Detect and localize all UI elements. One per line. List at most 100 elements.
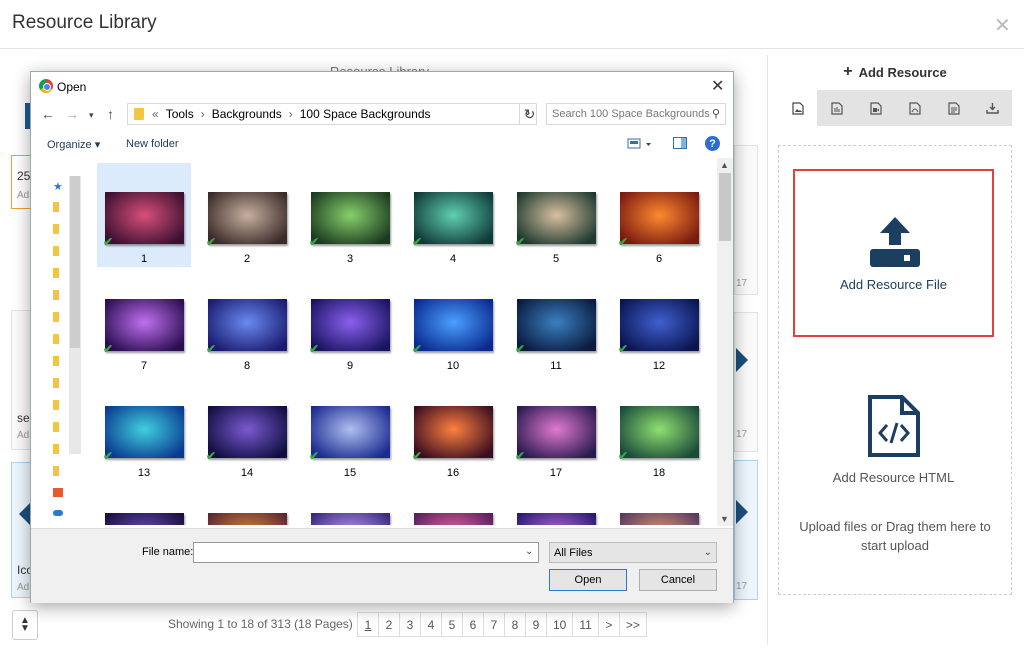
- scroll-down-icon[interactable]: ▼: [720, 514, 729, 524]
- resource-card-date: 17: [736, 429, 748, 440]
- organize-menu[interactable]: Organize ▾: [47, 138, 100, 151]
- audio-type-icon[interactable]: [817, 90, 856, 126]
- scroll-up-icon[interactable]: ▲: [720, 160, 729, 170]
- folder-icon[interactable]: [53, 356, 59, 366]
- back-arrow-icon[interactable]: ←: [41, 106, 55, 122]
- preview-pane-icon[interactable]: [673, 137, 687, 149]
- resource-card[interactable]: [734, 145, 758, 295]
- cancel-button[interactable]: Cancel: [639, 569, 717, 591]
- quick-access-star-icon[interactable]: ★: [53, 180, 63, 193]
- file-thumbnail[interactable]: ✔ 8: [200, 270, 294, 374]
- file-thumbnail[interactable]: ✔ 17: [509, 377, 603, 481]
- file-thumbnail[interactable]: ✔ 6: [612, 163, 706, 267]
- page-button[interactable]: 2: [378, 612, 400, 637]
- file-thumbnail[interactable]: [612, 484, 706, 525]
- breadcrumb-overflow-icon[interactable]: «: [152, 107, 159, 121]
- file-thumbnail[interactable]: [97, 484, 191, 525]
- page-button[interactable]: 6: [462, 612, 484, 637]
- page-button[interactable]: 11: [572, 612, 599, 637]
- breadcrumb-separator-icon: ›: [200, 107, 205, 121]
- folder-icon[interactable]: [53, 444, 59, 454]
- breadcrumb-item[interactable]: Tools: [166, 107, 194, 121]
- forward-arrow-icon[interactable]: →: [65, 106, 79, 122]
- file-thumbnail[interactable]: ✔ 7: [97, 270, 191, 374]
- folder-icon[interactable]: [53, 202, 59, 212]
- resource-card-subtitle: Ad: [17, 430, 30, 441]
- download-type-icon[interactable]: [973, 90, 1012, 126]
- folder-icon[interactable]: [53, 378, 59, 388]
- close-icon[interactable]: ✕: [994, 13, 1011, 38]
- page-button[interactable]: 5: [441, 612, 463, 637]
- breadcrumb-item[interactable]: 100 Space Backgrounds: [300, 107, 431, 121]
- file-thumbnail[interactable]: ✔ 13: [97, 377, 191, 481]
- chevron-right-icon[interactable]: [736, 348, 748, 372]
- file-thumbnail[interactable]: ✔ 15: [303, 377, 397, 481]
- file-thumbnail[interactable]: ✔ 11: [509, 270, 603, 374]
- page-button[interactable]: 9: [525, 612, 547, 637]
- file-type-select[interactable]: All Files ⌄: [549, 542, 717, 563]
- file-thumbnail[interactable]: ✔ 16: [406, 377, 500, 481]
- folder-icon[interactable]: [53, 290, 59, 300]
- refresh-icon[interactable]: ↻: [519, 103, 539, 125]
- view-options-icon[interactable]: [627, 137, 653, 151]
- page-button[interactable]: 4: [420, 612, 442, 637]
- file-thumbnail[interactable]: ✔ 3: [303, 163, 397, 267]
- sort-toggle-button[interactable]: ▲ ▼: [12, 610, 38, 640]
- next-page-button[interactable]: >: [597, 612, 620, 637]
- open-button[interactable]: Open: [549, 569, 627, 591]
- help-icon[interactable]: ?: [705, 136, 720, 151]
- folder-icon[interactable]: [53, 312, 59, 322]
- address-bar[interactable]: « Tools › Backgrounds › 100 Space Backgr…: [127, 103, 537, 125]
- resource-card[interactable]: [734, 460, 758, 600]
- file-thumbnail[interactable]: [509, 484, 603, 525]
- scroll-thumb[interactable]: [70, 176, 80, 348]
- folder-icon[interactable]: [53, 246, 59, 256]
- new-folder-button[interactable]: New folder: [126, 138, 179, 150]
- chevron-right-icon[interactable]: [736, 500, 748, 524]
- file-thumbnail[interactable]: [200, 484, 294, 525]
- onedrive-icon[interactable]: [53, 510, 63, 516]
- folder-icon[interactable]: [53, 268, 59, 278]
- add-resource-file-button[interactable]: Add Resource File: [793, 169, 994, 337]
- file-grid-scrollbar[interactable]: ▲ ▼: [717, 158, 733, 526]
- last-page-button[interactable]: >>: [618, 612, 647, 637]
- document-type-icon[interactable]: [934, 90, 973, 126]
- page-button[interactable]: 1: [357, 612, 379, 637]
- resource-card-title: se: [17, 411, 30, 425]
- file-thumbnail[interactable]: ✔ 4: [406, 163, 500, 267]
- video-type-icon[interactable]: [856, 90, 895, 126]
- folder-icon[interactable]: [53, 224, 59, 234]
- file-thumbnail[interactable]: [406, 484, 500, 525]
- page-button[interactable]: 10: [546, 612, 574, 637]
- close-icon[interactable]: ✕: [711, 76, 724, 96]
- file-thumbnail[interactable]: ✔ 1: [97, 163, 191, 267]
- file-name-input[interactable]: [193, 542, 539, 563]
- file-thumbnail[interactable]: [303, 484, 397, 525]
- folder-icon[interactable]: [53, 466, 59, 476]
- navigation-scrollbar[interactable]: [69, 176, 81, 454]
- office-folder-icon[interactable]: [53, 488, 63, 497]
- breadcrumb-item[interactable]: Backgrounds: [212, 107, 282, 121]
- folder-icon[interactable]: [53, 422, 59, 432]
- pdf-type-icon[interactable]: [895, 90, 934, 126]
- file-thumbnail[interactable]: ✔ 5: [509, 163, 603, 267]
- search-input[interactable]: Search 100 Space Backgrounds ⚲: [546, 103, 726, 125]
- up-arrow-icon[interactable]: ↑: [107, 106, 114, 122]
- page-button[interactable]: 8: [504, 612, 526, 637]
- file-thumbnail[interactable]: ✔ 14: [200, 377, 294, 481]
- image-type-icon[interactable]: [778, 90, 817, 126]
- folder-icon[interactable]: [53, 400, 59, 410]
- recent-locations-icon[interactable]: ▾: [89, 110, 94, 121]
- page-button[interactable]: 7: [483, 612, 505, 637]
- scroll-thumb[interactable]: [719, 173, 731, 241]
- page-button[interactable]: 3: [399, 612, 421, 637]
- add-resource-html-button[interactable]: Add Resource HTML: [793, 390, 994, 490]
- folder-icon[interactable]: [53, 334, 59, 344]
- file-thumbnail[interactable]: ✔ 2: [200, 163, 294, 267]
- chevron-down-icon[interactable]: ⌄: [525, 546, 533, 557]
- resource-card-subtitle: Ad: [17, 190, 30, 201]
- file-thumbnail[interactable]: ✔ 18: [612, 377, 706, 481]
- file-thumbnail[interactable]: ✔ 10: [406, 270, 500, 374]
- file-thumbnail[interactable]: ✔ 12: [612, 270, 706, 374]
- file-thumbnail[interactable]: ✔ 9: [303, 270, 397, 374]
